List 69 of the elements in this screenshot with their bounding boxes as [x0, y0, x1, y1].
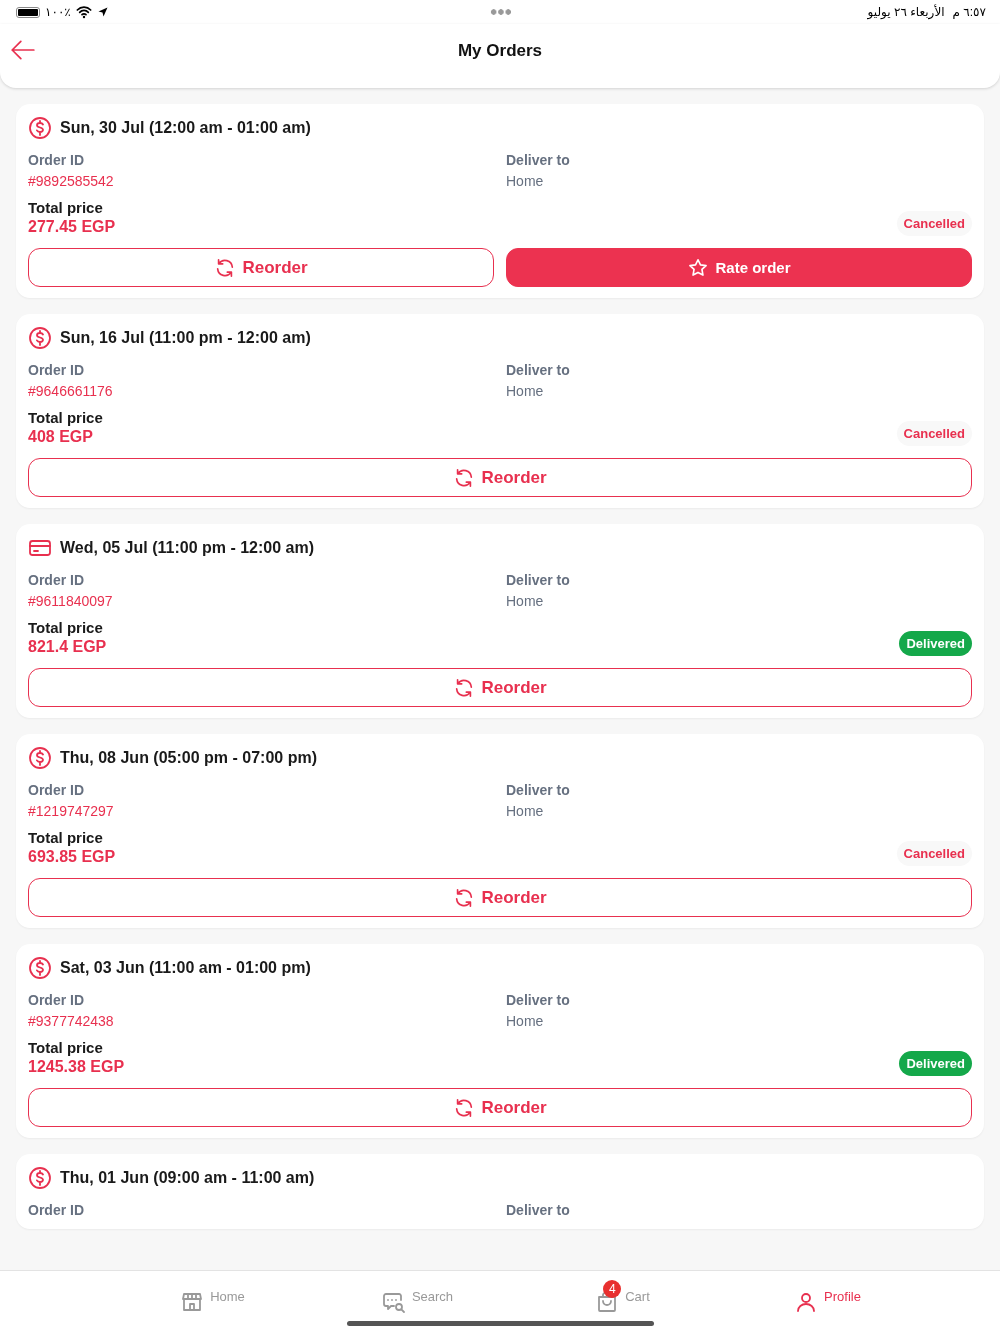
delivery-address: Home — [506, 803, 545, 819]
order-id: #9611840097 — [28, 593, 114, 609]
order-date: Thu, 08 Jun (05:00 pm - 07:00 pm) — [60, 749, 317, 767]
order-date: Thu, 01 Jun (09:00 am - 11:00 am) — [60, 1169, 315, 1187]
total-label: Total price — [28, 409, 103, 426]
reorder-button[interactable]: Reorder — [28, 668, 972, 707]
total-label: Total price — [28, 829, 104, 846]
wifi-icon — [75, 4, 92, 20]
page-title: My Orders — [457, 41, 543, 61]
field-label: Deliver to — [506, 782, 571, 798]
count-badge: 4 — [603, 1280, 622, 1298]
order-date: Sat, 03 Jun (11:00 am - 01:00 pm) — [60, 959, 311, 977]
dollar-icon — [28, 116, 52, 140]
delivery-address: Home — [506, 383, 545, 399]
total-price: 821.4 EGP — [28, 638, 107, 656]
order-id: #9646661176 — [28, 383, 114, 399]
order-id: #9892585542 — [28, 173, 115, 189]
field-label: Deliver to — [506, 572, 571, 588]
battery-icon — [16, 6, 40, 18]
field-label: Order ID — [28, 152, 85, 168]
star-icon — [687, 256, 710, 279]
field-label: Deliver to — [506, 152, 571, 168]
total-label: Total price — [28, 619, 104, 636]
dollar-icon — [28, 1166, 52, 1190]
rate-order-button[interactable]: Rate order — [506, 248, 972, 287]
reorder-button[interactable]: Reorder — [28, 878, 972, 917]
tab-bar-item[interactable]: Profile — [725, 1271, 930, 1334]
field-label: Order ID — [28, 572, 85, 588]
total-label: Total price — [28, 199, 104, 216]
order-id: #1219747297 — [28, 803, 115, 819]
battery-percent: ٪١٠٠ — [45, 5, 71, 19]
status-badge: Delivered — [899, 1051, 972, 1076]
delivery-address: Home — [506, 173, 545, 189]
storefront-icon — [180, 1290, 205, 1314]
chat-search-icon — [381, 1290, 406, 1314]
tab-bar-item[interactable]: Search — [315, 1271, 520, 1334]
dollar-icon — [28, 746, 52, 770]
field-label: Order ID — [28, 782, 85, 798]
reorder-button[interactable]: Reorder — [28, 1088, 972, 1127]
field-label: Deliver to — [506, 362, 571, 378]
delivery-address: Home — [506, 593, 545, 609]
field-label: Order ID — [28, 362, 85, 378]
field-label: Order ID — [28, 1202, 85, 1218]
dollar-icon — [28, 956, 52, 980]
reorder-button[interactable]: Reorder — [28, 248, 494, 287]
field-label: Order ID — [28, 992, 85, 1008]
order-date: Sun, 30 Jul (12:00 am - 01:00 am) — [60, 119, 311, 137]
total-price: 1245.38 EGP — [28, 1058, 125, 1076]
tab-bar-item[interactable]: Home — [110, 1271, 315, 1334]
dollar-icon — [28, 326, 52, 350]
reorder-button[interactable]: Reorder — [28, 458, 972, 497]
total-price: 408 EGP — [28, 428, 94, 446]
status-time: ٦:٥٧ م — [952, 5, 986, 19]
total-label: Total price — [28, 1039, 104, 1056]
status-badge: Delivered — [899, 631, 972, 656]
status-badge: Cancelled — [896, 841, 972, 866]
delivery-address: Home — [506, 1013, 545, 1029]
total-price: 693.85 EGP — [28, 848, 116, 866]
location-arrow-icon — [96, 6, 109, 18]
order-id: #9377742438 — [28, 1013, 115, 1029]
multitasking-dots-icon — [490, 9, 512, 15]
order-date: Sun, 16 Jul (11:00 pm - 12:00 am) — [60, 329, 311, 347]
total-price: 277.45 EGP — [28, 218, 116, 236]
field-label: Deliver to — [506, 992, 571, 1008]
order-date: Wed, 05 Jul (11:00 pm - 12:00 am) — [60, 539, 315, 557]
field-label: Deliver to — [506, 1202, 571, 1218]
status-badge: Cancelled — [896, 421, 972, 446]
status-date: الأربعاء ٢٦ يوليو — [867, 5, 945, 19]
status-badge: Cancelled — [896, 211, 972, 236]
